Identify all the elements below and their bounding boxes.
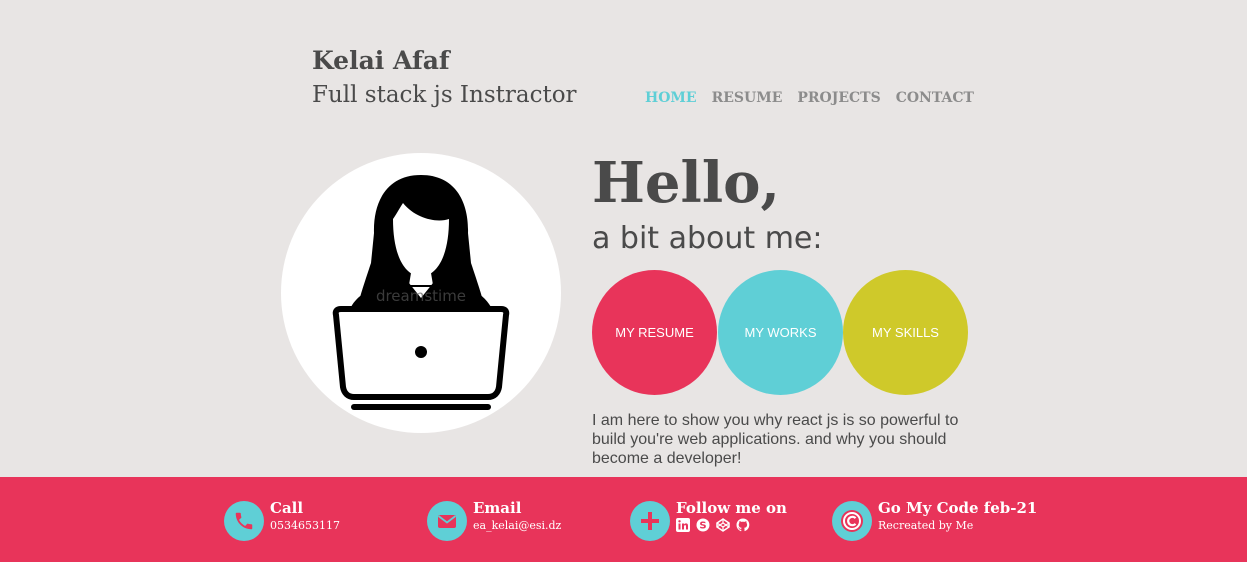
avatar: dreamstime (281, 153, 561, 433)
nav-resume[interactable]: RESUME (712, 90, 783, 106)
bio-text: I am here to show you why react js is so… (592, 412, 959, 467)
credit-title: Go My Code feb-21 (878, 499, 1038, 517)
svg-text:S: S (699, 521, 706, 532)
my-skills-label: MY SKILLS (872, 325, 939, 340)
brand: Kelai Afaf Full stack js Instractor (312, 44, 577, 112)
follow-title: Follow me on (676, 499, 787, 517)
linkedin-icon[interactable] (676, 518, 690, 532)
footer-follow: Follow me on S (630, 499, 787, 541)
nav-projects[interactable]: PROJECTS (797, 90, 880, 106)
footer-credit: Go My Code feb-21 Recreated by Me (832, 499, 1037, 541)
footer: Call 0534653117 Email ea_kelai@esi.dz Fo… (0, 477, 1247, 562)
hero-subtitle: a bit about me: (592, 221, 823, 256)
phone-icon (224, 501, 264, 541)
my-skills-button[interactable]: MY SKILLS (843, 270, 968, 395)
email-title: Email (473, 499, 522, 517)
social-links: S (676, 518, 787, 532)
my-resume-label: MY RESUME (615, 325, 694, 340)
footer-call[interactable]: Call 0534653117 (224, 499, 340, 541)
nav-home[interactable]: HOME (645, 90, 697, 106)
my-resume-button[interactable]: MY RESUME (592, 270, 717, 395)
github-icon[interactable] (736, 518, 750, 532)
call-title: Call (270, 499, 304, 517)
envelope-icon (427, 501, 467, 541)
skype-icon[interactable]: S (696, 518, 710, 532)
brand-role: Full stack js Instractor (312, 82, 577, 108)
credit-subtitle: Recreated by Me (878, 519, 974, 532)
main-nav: HOME RESUME PROJECTS CONTACT (645, 90, 974, 106)
call-number: 0534653117 (270, 519, 340, 532)
hero-greeting: Hello, (592, 150, 780, 216)
codepen-icon[interactable] (716, 518, 730, 532)
my-works-label: MY WORKS (744, 325, 817, 340)
email-address: ea_kelai@esi.dz (473, 519, 562, 532)
watermark-text: dreamstime (376, 287, 466, 305)
plus-icon (630, 501, 670, 541)
woman-at-laptop-illustration: dreamstime (332, 175, 510, 410)
brand-name: Kelai Afaf (312, 46, 450, 75)
footer-email[interactable]: Email ea_kelai@esi.dz (427, 499, 561, 541)
my-works-button[interactable]: MY WORKS (718, 270, 843, 395)
nav-contact[interactable]: CONTACT (896, 90, 974, 106)
copyright-icon (832, 501, 872, 541)
